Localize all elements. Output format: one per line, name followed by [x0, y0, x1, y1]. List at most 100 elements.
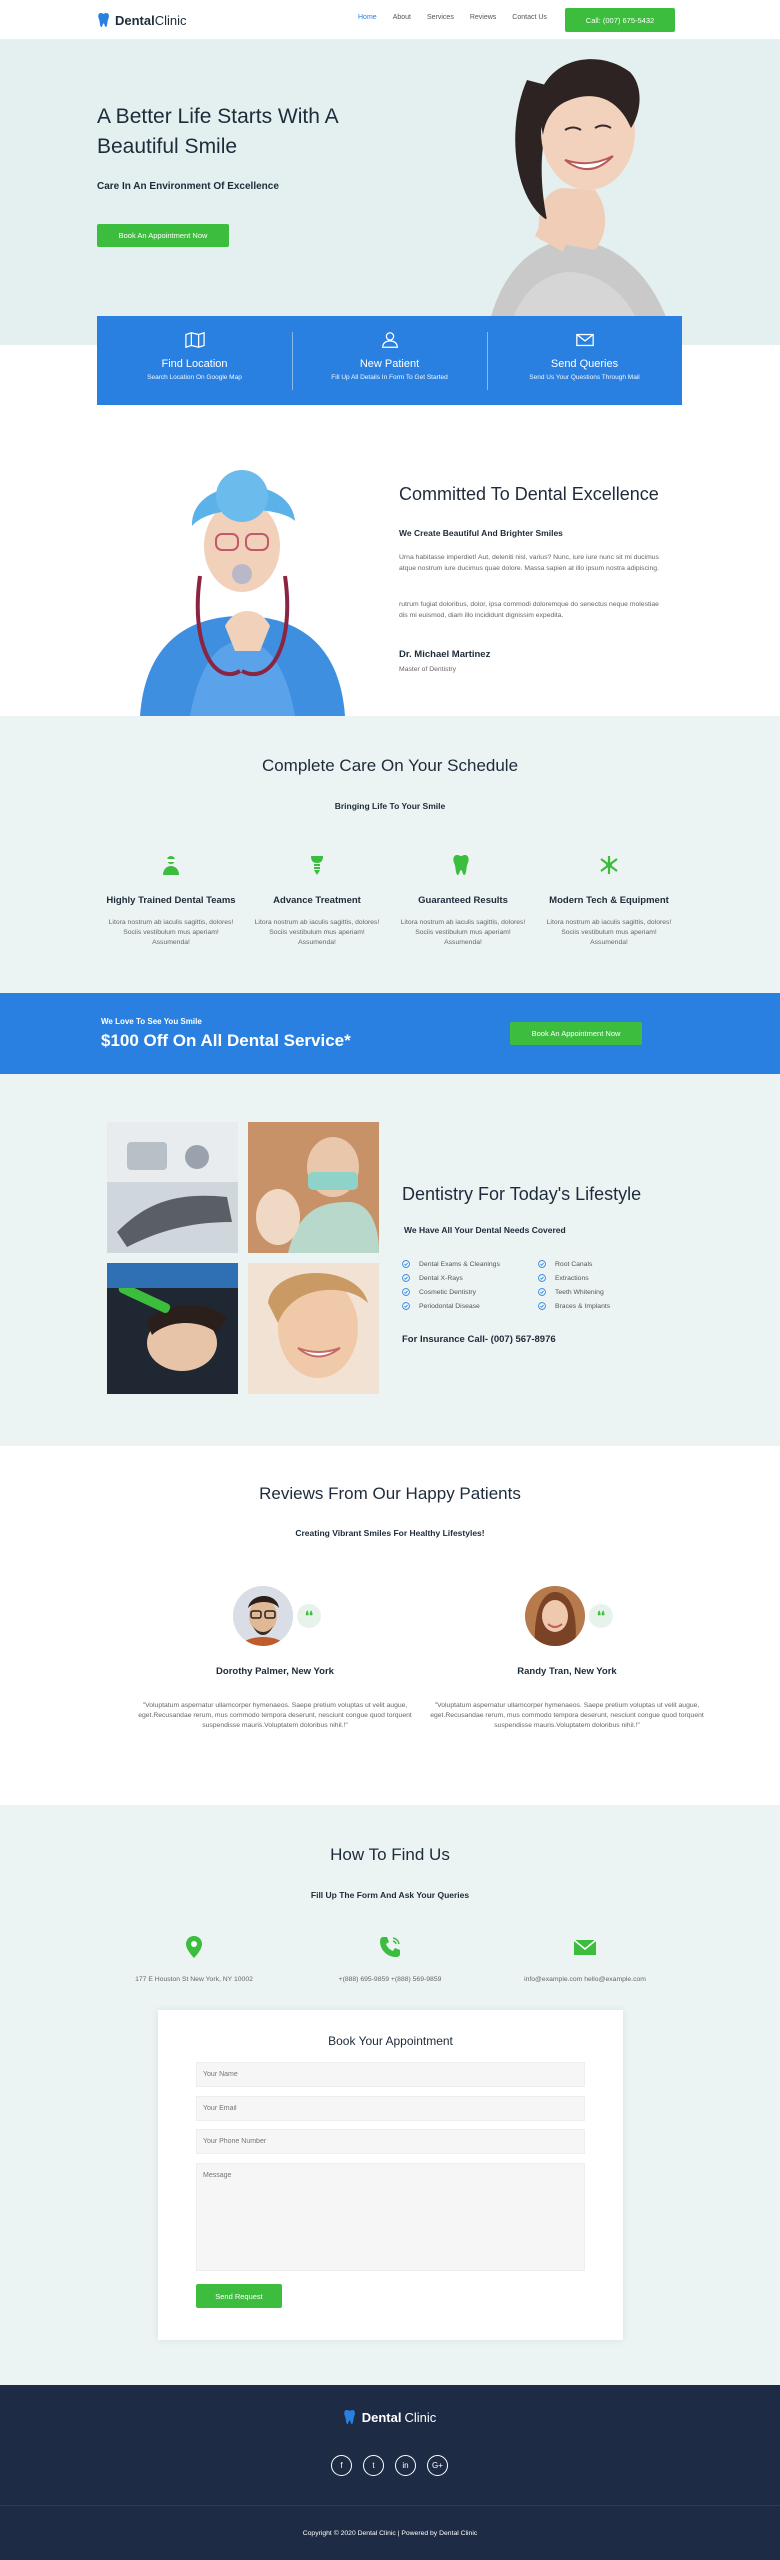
service-label: Periodontal Disease: [419, 1302, 480, 1310]
dentist-icon: [163, 856, 179, 875]
service-item: Cosmetic Dentistry: [402, 1288, 476, 1296]
check-circle-icon: [402, 1274, 410, 1282]
patient-checkup-image: [107, 1263, 238, 1394]
implant-icon: [311, 856, 323, 875]
avatar: [233, 1586, 293, 1646]
check-circle-icon: [538, 1260, 546, 1268]
dental-chair-image: [107, 1122, 238, 1253]
service-label: Teeth Whitening: [555, 1288, 604, 1296]
find-us-section: How To Find Us Fill Up The Form And Ask …: [0, 1805, 780, 2385]
reviews-subtitle: Creating Vibrant Smiles For Healthy Life…: [295, 1528, 485, 1538]
call-button[interactable]: Call: (007) 675-5432: [565, 8, 675, 32]
linkedin-icon[interactable]: in: [395, 2455, 416, 2476]
find-location-card[interactable]: Find Location Search Location On Google …: [97, 316, 292, 405]
care-subtitle: Bringing Life To Your Smile: [334, 801, 446, 811]
new-patient-text: Fill Up All Details In Form To Get Start…: [331, 374, 448, 381]
phone-text[interactable]: +(888) 695-9859 +(888) 569-9859: [295, 1976, 485, 1983]
care-section: Complete Care On Your Schedule Bringing …: [0, 716, 780, 993]
review-text: "Voluptatum aspernatur ullamcorper hymen…: [430, 1702, 704, 1729]
feature-text: Litora nostrum ab iaculis sagittis, dolo…: [400, 919, 526, 946]
review-text: "Voluptatum aspernatur ullamcorper hymen…: [138, 1702, 412, 1729]
service-item: Teeth Whitening: [538, 1288, 604, 1296]
email-text[interactable]: info@example.com hello@example.com: [490, 1976, 680, 1983]
email-input[interactable]: [196, 2096, 585, 2121]
twitter-icon[interactable]: t: [363, 2455, 384, 2476]
feature-title: Modern Tech & Equipment: [549, 895, 669, 906]
feature-advance-treatment: Advance Treatment Litora nostrum ab iacu…: [244, 854, 390, 948]
feature-title: Guaranteed Results: [418, 895, 508, 906]
appointment-form: Book Your Appointment Send Request: [158, 2010, 623, 2340]
info-strip: Find Location Search Location On Google …: [97, 316, 682, 405]
lifestyle-title: Dentistry For Today's Lifestyle: [402, 1184, 642, 1204]
user-icon: [381, 332, 398, 348]
message-textarea[interactable]: [196, 2163, 585, 2271]
dentist-at-work-image: [248, 1122, 379, 1253]
site-header: Dental Clinic Home About Services Reviews…: [0, 0, 780, 40]
service-item: Root Canals: [538, 1260, 592, 1268]
promo-banner: We Love To See You Smile $100 Off On All…: [0, 993, 780, 1074]
feature-title: Advance Treatment: [273, 895, 361, 906]
check-circle-icon: [538, 1274, 546, 1282]
footer-logo-bold: Dental: [361, 2409, 402, 2425]
check-circle-icon: [538, 1302, 546, 1310]
nav-services[interactable]: Services: [427, 14, 454, 21]
hero-subtitle: Care In An Environment Of Excellence: [97, 181, 279, 192]
facebook-icon[interactable]: f: [331, 2455, 352, 2476]
feature-text: Litora nostrum ab iaculis sagittis, dolo…: [108, 919, 234, 946]
logo-text-bold: Dental: [115, 12, 155, 28]
service-label: Braces & Implants: [555, 1302, 611, 1310]
feature-text: Litora nostrum ab iaculis sagittis, dolo…: [546, 919, 672, 946]
feature-text: Litora nostrum ab iaculis sagittis, dolo…: [254, 919, 380, 946]
site-logo[interactable]: Dental Clinic: [98, 10, 187, 30]
footer-logo-light: Clinic: [404, 2409, 437, 2425]
lifestyle-section: Dentistry For Today's Lifestyle We Have …: [0, 1074, 780, 1446]
page: Dental Clinic Home About Services Reviews…: [0, 0, 780, 2560]
promo-offer: $100 Off On All Dental Service*: [101, 1031, 351, 1050]
new-patient-title: New Patient: [359, 358, 420, 370]
logo-text-light: Clinic: [154, 12, 187, 28]
nav-home[interactable]: Home: [358, 14, 377, 21]
email-block: info@example.com hello@example.com: [490, 1935, 680, 1983]
dentist-girl-image: [140, 470, 345, 716]
footer-logo[interactable]: Dental Clinic: [0, 2409, 780, 2425]
address-text: 177 E Houston St New York, NY 10002: [135, 1976, 253, 1983]
service-item: Braces & Implants: [538, 1302, 610, 1310]
envelope-icon: [573, 1939, 597, 1955]
name-input[interactable]: [196, 2062, 585, 2087]
phone-icon: [380, 1937, 400, 1957]
main-nav: Home About Services Reviews Contact Us: [358, 14, 563, 21]
service-label: Dental X-Rays: [419, 1274, 463, 1282]
check-circle-icon: [538, 1288, 546, 1296]
feature-modern-tech: Modern Tech & Equipment Litora nostrum a…: [536, 854, 682, 948]
location-pin-icon: [186, 1936, 202, 1958]
map-icon: [184, 331, 205, 349]
check-circle-icon: [402, 1260, 410, 1268]
feature-title: Highly Trained Dental Teams: [106, 895, 236, 906]
send-request-button[interactable]: Send Request: [196, 2284, 282, 2308]
avatar: [525, 1586, 585, 1646]
send-queries-card[interactable]: Send Queries Send Us Your Questions Thro…: [487, 316, 682, 405]
service-label: Dental Exams & Cleanings: [419, 1260, 500, 1268]
new-patient-card[interactable]: New Patient Fill Up All Details In Form …: [292, 316, 487, 405]
quote-icon: ❛❛: [589, 1604, 613, 1628]
hero-title: A Better Life Starts With A Beautiful Sm…: [97, 105, 338, 158]
promo-appointment-button[interactable]: Book An Appointment Now: [510, 1022, 642, 1045]
reviewer-name: Dorothy Palmer, New York: [216, 1666, 334, 1677]
nav-reviews[interactable]: Reviews: [470, 14, 496, 21]
service-item: Periodontal Disease: [402, 1302, 480, 1310]
feature-guaranteed-results: Guaranteed Results Litora nostrum ab iac…: [390, 854, 536, 948]
hero-appointment-button[interactable]: Book An Appointment Now: [97, 224, 229, 247]
phone-block: +(888) 695-9859 +(888) 569-9859: [295, 1935, 485, 1983]
phone-input[interactable]: [196, 2129, 585, 2154]
committed-paragraph-2: rutrum fugiat doloribus, dolor, ipsa com…: [399, 601, 659, 619]
nav-about[interactable]: About: [393, 14, 411, 21]
google-plus-icon[interactable]: G+: [427, 2455, 448, 2476]
service-item: Dental X-Rays: [402, 1274, 463, 1282]
address-block: 177 E Houston St New York, NY 10002: [99, 1935, 289, 1983]
service-label: Root Canals: [555, 1260, 593, 1268]
footer-divider: [0, 2505, 780, 2506]
site-footer: Dental Clinic f t in G+ Copyright © 2020 …: [0, 2385, 780, 2560]
dental-tools-icon: [600, 856, 618, 874]
reviewer-name: Randy Tran, New York: [517, 1666, 617, 1677]
nav-contact[interactable]: Contact Us: [512, 14, 547, 21]
